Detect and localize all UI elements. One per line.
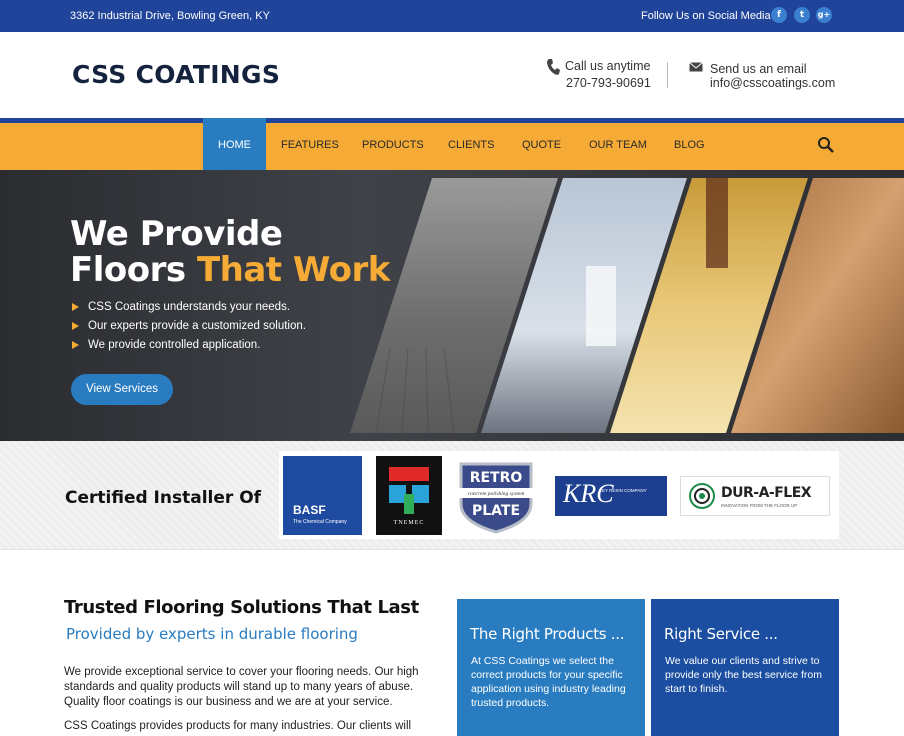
tnemec-logo[interactable]: TNEMEC — [376, 456, 442, 535]
main-heading: Trusted Flooring Solutions That Last — [64, 597, 419, 618]
card-title: The Right Products ... — [470, 625, 625, 643]
twitter-icon[interactable]: t — [794, 7, 810, 23]
site-logo[interactable]: CSS COATINGS — [72, 60, 280, 89]
hero-bullet: Our experts provide a customized solutio… — [72, 320, 306, 332]
tnemec-green-stem — [404, 494, 414, 514]
nav-item-our-team[interactable]: OUR TEAM — [589, 123, 647, 170]
card-text: We value our clients and strive to provi… — [665, 655, 822, 695]
basf-tagline: The Chemical Company — [293, 519, 347, 525]
retro-text: RETRO — [470, 470, 523, 486]
follow-us-text: Follow Us on Social Media — [641, 10, 771, 22]
site-header: CSS COATINGS Call us anytime 270-793-906… — [0, 32, 904, 118]
nav-item-features[interactable]: FEATURES — [281, 123, 339, 170]
search-icon[interactable] — [817, 136, 835, 154]
nav-item-home[interactable]: HOME — [203, 118, 266, 170]
main-nav: HOME FEATURES PRODUCTS CLIENTS QUOTE OUR… — [0, 118, 904, 170]
retroplate-logo[interactable]: RETRO concrete polishing system PLATE — [455, 458, 537, 534]
nav-item-products[interactable]: PRODUCTS — [362, 123, 424, 170]
main-subheading: Provided by experts in durable flooring — [66, 625, 358, 643]
plate-text: PLATE — [472, 503, 520, 519]
krc-letters: KRC — [563, 479, 614, 508]
duraflex-logo[interactable]: DUR-A-FLEX INNOVATION FROM THE FLOOR UP — [680, 476, 830, 516]
bullet-arrow-icon — [72, 321, 79, 330]
key-resin-logo[interactable]: KRC KEY RESIN COMPANY — [555, 476, 667, 516]
hero-heading-line2a: Floors — [70, 250, 197, 290]
nav-item-blog[interactable]: BLOG — [674, 123, 705, 170]
hero-heading: We Provide Floors That Work — [70, 216, 390, 288]
email-label: Send us an email — [710, 62, 807, 76]
duraflex-mark-icon — [689, 483, 715, 509]
header-divider — [667, 62, 668, 88]
facebook-icon[interactable]: f — [771, 7, 787, 23]
retro-tagline: concrete polishing system — [468, 491, 525, 497]
hero-banner: We Provide Floors That Work CSS Coatings… — [0, 170, 904, 441]
card-title: Right Service ... — [664, 625, 778, 643]
top-bar: 3362 Industrial Drive, Bowling Green, KY… — [0, 0, 904, 32]
tnemec-name: TNEMEC — [393, 520, 425, 526]
hero-bullet: We provide controlled application. — [72, 339, 260, 351]
google-plus-icon[interactable]: g+ — [816, 7, 832, 23]
nav-item-clients[interactable]: CLIENTS — [448, 123, 494, 170]
right-products-card[interactable]: The Right Products ... At CSS Coatings w… — [457, 599, 645, 736]
tnemec-red-block — [389, 467, 429, 481]
phone-number[interactable]: 270-793-90691 — [566, 76, 651, 90]
krc-name: KEY RESIN COMPANY — [599, 488, 647, 493]
call-label: Call us anytime — [565, 59, 651, 73]
hero-heading-line1: We Provide — [70, 214, 283, 254]
bullet-arrow-icon — [72, 302, 79, 311]
card-text: At CSS Coatings we select the correct pr… — [471, 655, 626, 709]
hero-floor-images — [350, 178, 904, 433]
phone-icon — [547, 59, 560, 75]
hero-bullet-text: We provide controlled application. — [88, 339, 261, 351]
hero-bullet: CSS Coatings understands your needs. — [72, 301, 290, 313]
intro-paragraph: We provide exceptional service to cover … — [64, 666, 419, 708]
bullet-arrow-icon — [72, 340, 79, 349]
basf-name: BASF — [293, 503, 326, 517]
email-address[interactable]: info@csscoatings.com — [710, 76, 835, 90]
tnemec-blue-right — [412, 485, 429, 503]
basf-logo[interactable]: BASF The Chemical Company — [283, 456, 362, 535]
duraflex-tagline: INNOVATION FROM THE FLOOR UP — [721, 503, 798, 508]
view-services-button[interactable]: View Services — [71, 374, 173, 405]
mail-icon — [689, 62, 703, 72]
hero-bullet-text: CSS Coatings understands your needs. — [88, 301, 291, 313]
certified-title: Certified Installer Of — [65, 488, 262, 508]
address-text: 3362 Industrial Drive, Bowling Green, KY — [70, 10, 270, 22]
nav-item-quote[interactable]: QUOTE — [522, 123, 561, 170]
hero-bullet-text: Our experts provide a customized solutio… — [88, 320, 306, 332]
duraflex-name: DUR-A-FLEX — [721, 485, 812, 501]
industries-paragraph: CSS Coatings provides products for many … — [64, 720, 412, 732]
right-service-card[interactable]: Right Service ... We value our clients a… — [651, 599, 839, 736]
